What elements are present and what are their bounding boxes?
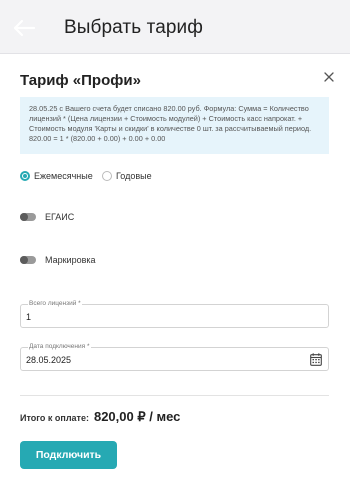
page-title: Выбрать тариф (64, 17, 203, 38)
app-bar: Выбрать тариф (0, 0, 350, 54)
egais-toggle[interactable] (20, 213, 36, 221)
formula-info-box: 28.05.25 с Вашего счета будет списано 82… (20, 97, 329, 154)
dialog-title: Тариф «Профи» (20, 72, 141, 89)
module-egais-row: ЕГАИС (20, 212, 74, 222)
arrow-left-icon (13, 19, 36, 37)
billing-monthly-label: Ежемесячные (34, 171, 93, 181)
licenses-field[interactable]: Всего лицензий * 1 (20, 300, 329, 328)
back-button[interactable] (10, 14, 38, 42)
radio-yearly[interactable] (102, 171, 112, 181)
connect-button[interactable]: Подключить (20, 441, 117, 469)
billing-yearly-option[interactable]: Годовые (102, 171, 152, 181)
licenses-field-value[interactable]: 1 (26, 312, 31, 322)
close-icon (324, 72, 334, 82)
marking-label: Маркировка (45, 255, 96, 265)
total-label: Итого к оплате: (20, 413, 89, 423)
calendar-icon[interactable] (310, 353, 322, 366)
marking-toggle[interactable] (20, 256, 36, 264)
divider (20, 395, 329, 396)
billing-monthly-option[interactable]: Ежемесячные (20, 171, 93, 181)
close-button[interactable] (320, 68, 338, 86)
total-value: 820,00 ₽ / мес (93, 409, 181, 424)
date-field-label: Дата подключения * (28, 343, 91, 351)
date-field-value[interactable]: 28.05.2025 (26, 355, 71, 365)
total-row: Итого к оплате: 820,00 ₽ / мес (20, 409, 180, 425)
radio-monthly[interactable] (20, 171, 30, 181)
billing-yearly-label: Годовые (116, 171, 152, 181)
module-marking-row: Маркировка (20, 255, 96, 265)
egais-label: ЕГАИС (45, 212, 75, 222)
licenses-field-label: Всего лицензий * (28, 300, 82, 308)
date-field[interactable]: Дата подключения * 28.05.2025 (20, 343, 329, 371)
